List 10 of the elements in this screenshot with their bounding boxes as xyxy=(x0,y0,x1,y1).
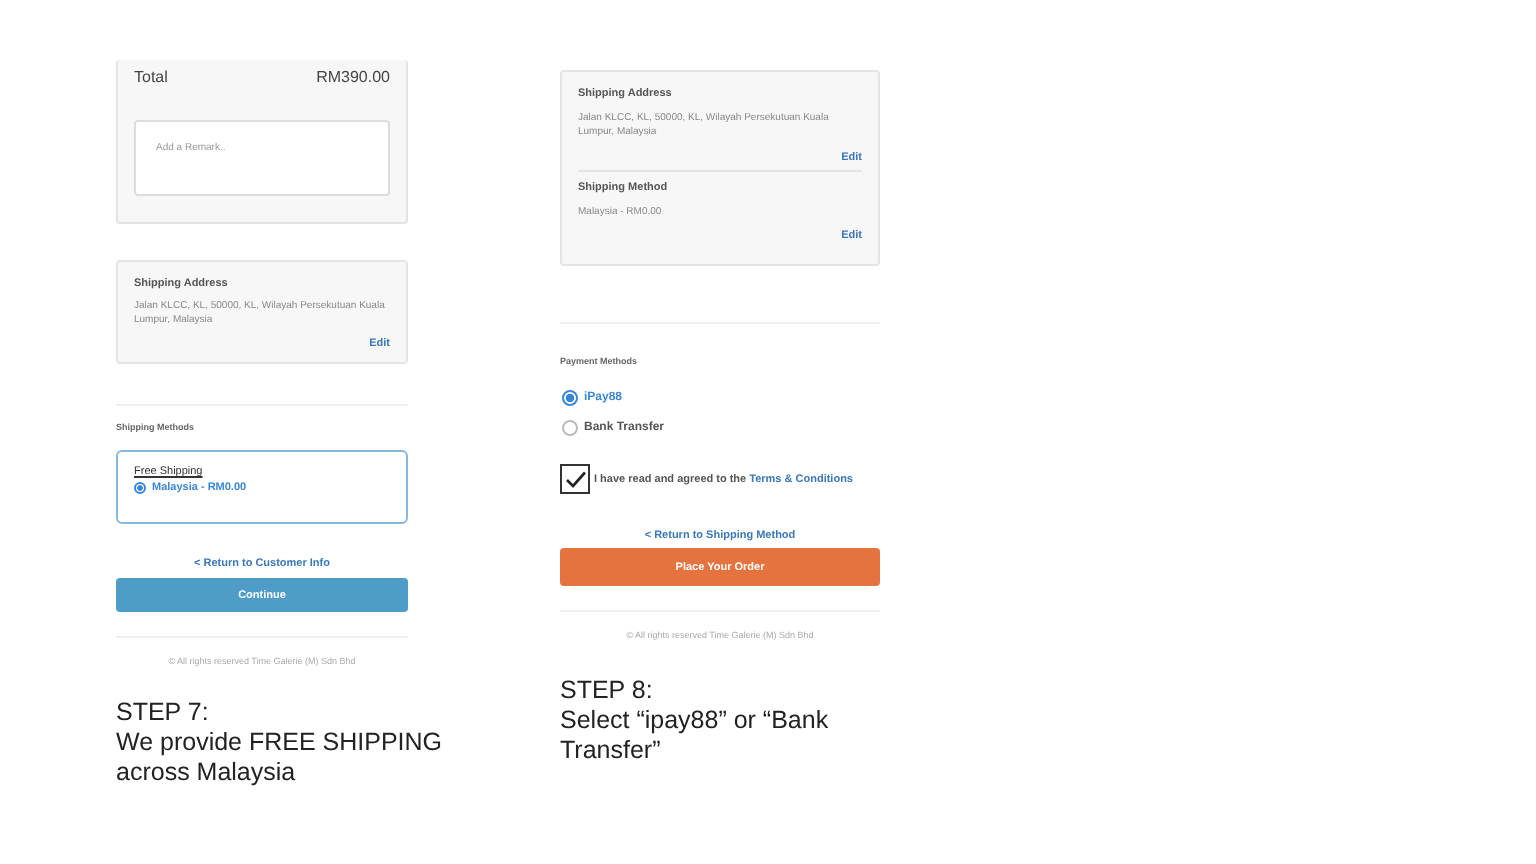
step-description: Select “ipay88” or “Bank Transfer” xyxy=(560,706,831,766)
total-label: Total xyxy=(134,68,168,86)
radio-button[interactable] xyxy=(134,482,146,494)
checkbox[interactable] xyxy=(560,464,590,494)
radio-button[interactable] xyxy=(562,420,578,436)
step-description: We provide FREE SHIPPING across Malaysia xyxy=(116,728,445,788)
total-amount: RM390.00 xyxy=(316,68,390,86)
radio-button[interactable] xyxy=(562,390,578,406)
step-title: STEP 8: xyxy=(560,676,655,706)
step-title: STEP 7: xyxy=(116,698,211,728)
